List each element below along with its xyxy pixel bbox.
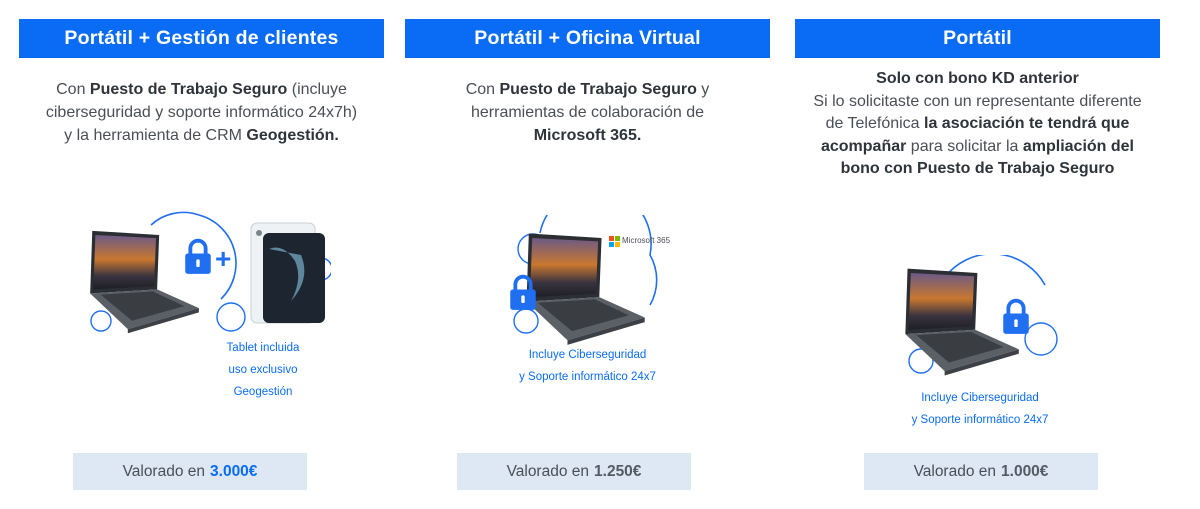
desc-bold: Microsoft 365. <box>533 127 642 144</box>
lock-icon <box>183 238 213 275</box>
desc-text: Con <box>56 81 90 98</box>
laptop-icon <box>905 268 1019 376</box>
price-label: Valorado en <box>913 462 997 480</box>
kd-bonus-title: Solo con bono KD anterior <box>876 70 1079 87</box>
card-description: Con Puesto de Trabajo Seguro (incluye ci… <box>19 78 384 147</box>
offer-card-virtual-office: Portátil + Oficina Virtual Con Puesto de… <box>405 19 770 499</box>
caption-line: uso exclusivo <box>228 364 298 376</box>
caption-line: y Soporte informático 24x7 <box>911 414 1049 426</box>
desc-bold: Puesto de Trabajo Seguro <box>499 81 697 98</box>
price-badge: Valorado en 1.000€ <box>864 453 1098 490</box>
laptop-icon <box>526 233 645 345</box>
caption-line: Incluye Ciberseguridad <box>528 349 647 361</box>
caption-line: Geogestión <box>233 386 293 398</box>
security-caption: Incluye Ciberseguridad y Soporte informá… <box>880 387 1080 431</box>
desc-bold: Puesto de Trabajo Seguro <box>89 81 288 98</box>
price-badge: Valorado en 3.000€ <box>73 453 307 490</box>
desc-text: Con <box>465 81 500 98</box>
laptop-illustration <box>905 255 1058 376</box>
price-label: Valorado en <box>506 462 590 480</box>
plus-icon: + <box>215 243 232 274</box>
card-header: Portátil + Gestión de clientes <box>19 19 384 58</box>
microsoft-logo-icon <box>609 236 620 247</box>
price-badge: Valorado en 1.250€ <box>457 453 691 490</box>
security-caption: Incluye Ciberseguridad y Soporte informá… <box>485 344 690 388</box>
card-header: Portátil + Oficina Virtual <box>405 19 770 58</box>
card-header: Portátil <box>795 19 1160 58</box>
card-description: Solo con bono KD anterior Si lo solicitas… <box>795 68 1160 181</box>
card-description: Con Puesto de Trabajo Seguro y herramien… <box>405 78 770 147</box>
microsoft-365-logo-text: Microsoft 365 <box>622 236 671 245</box>
caption-line: Incluye Ciberseguridad <box>921 392 1039 404</box>
desc-bold: Geogestión. <box>246 127 339 144</box>
price-amount: 1.000€ <box>1001 462 1049 480</box>
tablet-caption: Tablet incluida uso exclusivo Geogestión <box>193 337 333 403</box>
offer-card-crm: Portátil + Gestión de clientes Con Puest… <box>19 19 384 499</box>
caption-line: Tablet incluida <box>226 342 300 354</box>
price-amount: 1.250€ <box>594 462 642 480</box>
laptop-icon <box>90 230 199 334</box>
price-label: Valorado en <box>122 462 206 480</box>
offer-card-laptop: Portátil Solo con bono KD anterior Si lo … <box>795 19 1160 499</box>
caption-line: y Soporte informático 24x7 <box>519 371 656 383</box>
lock-icon <box>508 274 538 311</box>
desc-text: para solicitar la <box>906 137 1023 155</box>
price-amount: 3.000€ <box>210 462 258 480</box>
lock-icon <box>1001 298 1031 335</box>
